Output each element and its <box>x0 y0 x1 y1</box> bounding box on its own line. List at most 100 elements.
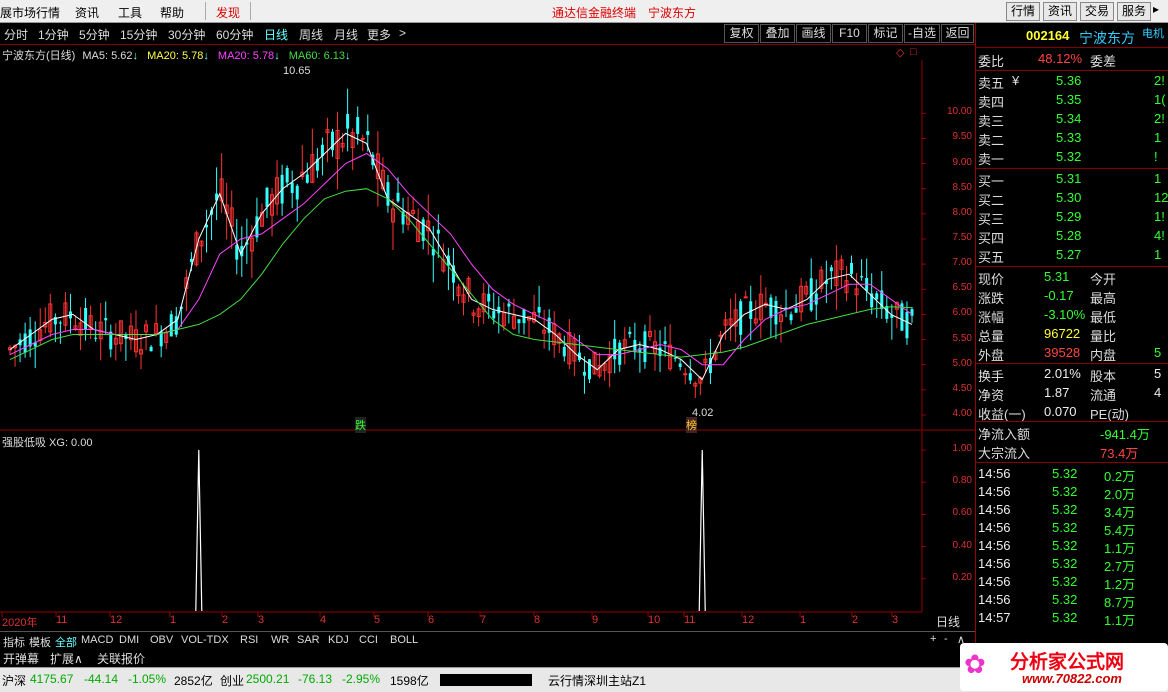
indicator-tab[interactable]: SAR <box>297 634 320 646</box>
candle-body <box>789 314 793 321</box>
period-60min[interactable]: 60分钟 <box>216 26 253 43</box>
quote-panel: 002164 宁波东方 电机 委比 48.12% 委差 卖五 5.36 2! 卖四 5.… <box>975 23 1168 683</box>
indicator-tab[interactable]: VOL-TDX <box>181 634 229 646</box>
indicator-tab[interactable]: 全部 <box>55 634 77 650</box>
time-axis-label: 8 <box>534 614 541 626</box>
indicator-tab[interactable]: 模板 <box>29 634 51 650</box>
indicator-tab[interactable]: RSI <box>240 634 258 646</box>
tick-price: 5.32 <box>1052 574 1078 589</box>
tick-time: 14:56 <box>978 502 1011 517</box>
overlay-button[interactable]: 叠加 <box>760 24 795 43</box>
indicator-tab[interactable]: BOLL <box>390 634 418 646</box>
divider <box>976 47 1168 48</box>
menu-market[interactable]: 展市场行情 <box>0 4 60 21</box>
candle-body <box>537 306 541 313</box>
extension-tab[interactable]: 关联报价 <box>97 650 145 667</box>
indicator-tab[interactable]: OBV <box>150 634 173 646</box>
indicator-tick-label: 0.80 <box>952 475 972 487</box>
f10-button[interactable]: F10 <box>832 24 867 43</box>
adjust-button[interactable]: 复权 <box>724 24 759 43</box>
menu-discover[interactable]: 发现 <box>216 4 240 21</box>
cy-change: -76.13 <box>298 672 333 686</box>
candle-body <box>794 308 798 313</box>
menu-tools[interactable]: 工具 <box>118 4 142 21</box>
high-price-label: 10.65 <box>283 65 311 77</box>
service-button[interactable]: 服务 <box>1117 2 1151 21</box>
stat2-row: 换手 2.01% 股本 5 <box>976 365 1168 384</box>
stat2-extra: 4 <box>1154 385 1162 400</box>
period-1min[interactable]: 1分钟 <box>38 26 69 43</box>
draw-button[interactable]: 画线 <box>796 24 831 43</box>
candle-body <box>850 262 854 274</box>
plus-icon[interactable]: + <box>930 633 936 645</box>
tick-price: 5.32 <box>1052 610 1078 625</box>
cy-percent: -2.95% <box>342 672 381 686</box>
time-axis-label: 9 <box>592 614 599 626</box>
indicator-tab[interactable]: 指标 <box>3 634 25 650</box>
news-button[interactable]: 资讯 <box>1043 2 1077 21</box>
tick-time: 14:56 <box>978 538 1011 553</box>
candle-body <box>23 333 27 353</box>
flow-label: 净流入额 <box>978 427 1031 442</box>
indicator-tab[interactable]: CCI <box>359 634 378 646</box>
time-axis-label: 2 <box>222 614 229 626</box>
quote-button[interactable]: 行情 <box>1006 2 1040 21</box>
period-5min[interactable]: 5分钟 <box>79 26 110 43</box>
bid-row-volume: 1 <box>1154 247 1162 262</box>
ask-row-price: 5.36 <box>1056 73 1082 88</box>
candle-body <box>829 267 833 272</box>
tick-price: 5.32 <box>1052 592 1078 607</box>
candle-body <box>678 363 682 367</box>
mark-button[interactable]: 标记 <box>868 24 903 43</box>
period-timeshare[interactable]: 分时 <box>4 26 28 43</box>
divider <box>976 421 1168 422</box>
kline-chart[interactable] <box>0 60 975 630</box>
chevron-right-icon[interactable]: > <box>399 26 406 40</box>
stat-value: -3.10% <box>1044 307 1086 322</box>
watermark-title: 分析家公式网 <box>1010 652 1125 673</box>
period-monthly[interactable]: 月线 <box>334 26 358 43</box>
stat2-label: 净资 <box>978 388 1005 403</box>
tick-row: 14:56 5.32 1.1万 <box>976 537 1168 556</box>
stat-label: 涨幅 <box>978 310 1005 325</box>
period-axis-label: 日线 <box>936 615 961 629</box>
weicha-label: 委差 <box>1090 54 1117 69</box>
period-daily[interactable]: 日线 <box>264 26 288 43</box>
period-30min[interactable]: 30分钟 <box>168 26 205 43</box>
stat2-row: 净资 1.87 流通 4 <box>976 384 1168 403</box>
indicator-tab[interactable]: WR <box>271 634 289 646</box>
trade-button[interactable]: 交易 <box>1080 2 1114 21</box>
diamond-icon[interactable]: ◇ <box>896 46 904 59</box>
remove-watch-button[interactable]: -自选 <box>904 24 940 43</box>
marker-fall[interactable]: 跌 <box>355 417 366 433</box>
menu-arrow-icon[interactable]: ▸ <box>1153 2 1159 16</box>
candle-body <box>94 337 98 339</box>
candle-body <box>295 185 299 200</box>
weibi-label: 委比 <box>978 54 1005 69</box>
stat-value: 39528 <box>1044 345 1081 360</box>
menu-help[interactable]: 帮助 <box>160 4 184 21</box>
marker-board[interactable]: 榜 <box>686 417 697 433</box>
period-more[interactable]: 更多 <box>367 26 391 43</box>
candle-body <box>673 357 677 359</box>
extension-tab[interactable]: 开弹幕 <box>3 650 39 667</box>
indicator-tab[interactable]: MACD <box>81 634 113 646</box>
extension-tab[interactable]: 扩展∧ <box>50 650 83 667</box>
indicator-tab[interactable]: DMI <box>119 634 139 646</box>
bid-row-volume: 1! <box>1154 209 1165 224</box>
ask-row-label: 卖二 <box>978 133 1005 148</box>
back-button[interactable]: 返回 <box>941 24 974 43</box>
indicator-tick-label: 1.00 <box>952 443 972 454</box>
indicator-tab[interactable]: KDJ <box>328 634 349 646</box>
square-icon[interactable]: □ <box>910 46 917 58</box>
minus-icon[interactable]: - <box>944 633 948 645</box>
bid-row: 买三 5.29 1! <box>976 208 1168 227</box>
period-15min[interactable]: 15分钟 <box>120 26 157 43</box>
ask-row-volume: 2! <box>1154 73 1165 88</box>
menu-separator <box>205 2 206 20</box>
candle-body <box>905 312 909 339</box>
ask-row-label: 卖五 <box>978 76 1005 91</box>
menu-news[interactable]: 资讯 <box>75 4 99 21</box>
period-weekly[interactable]: 周线 <box>299 26 323 43</box>
divider <box>976 70 1168 71</box>
